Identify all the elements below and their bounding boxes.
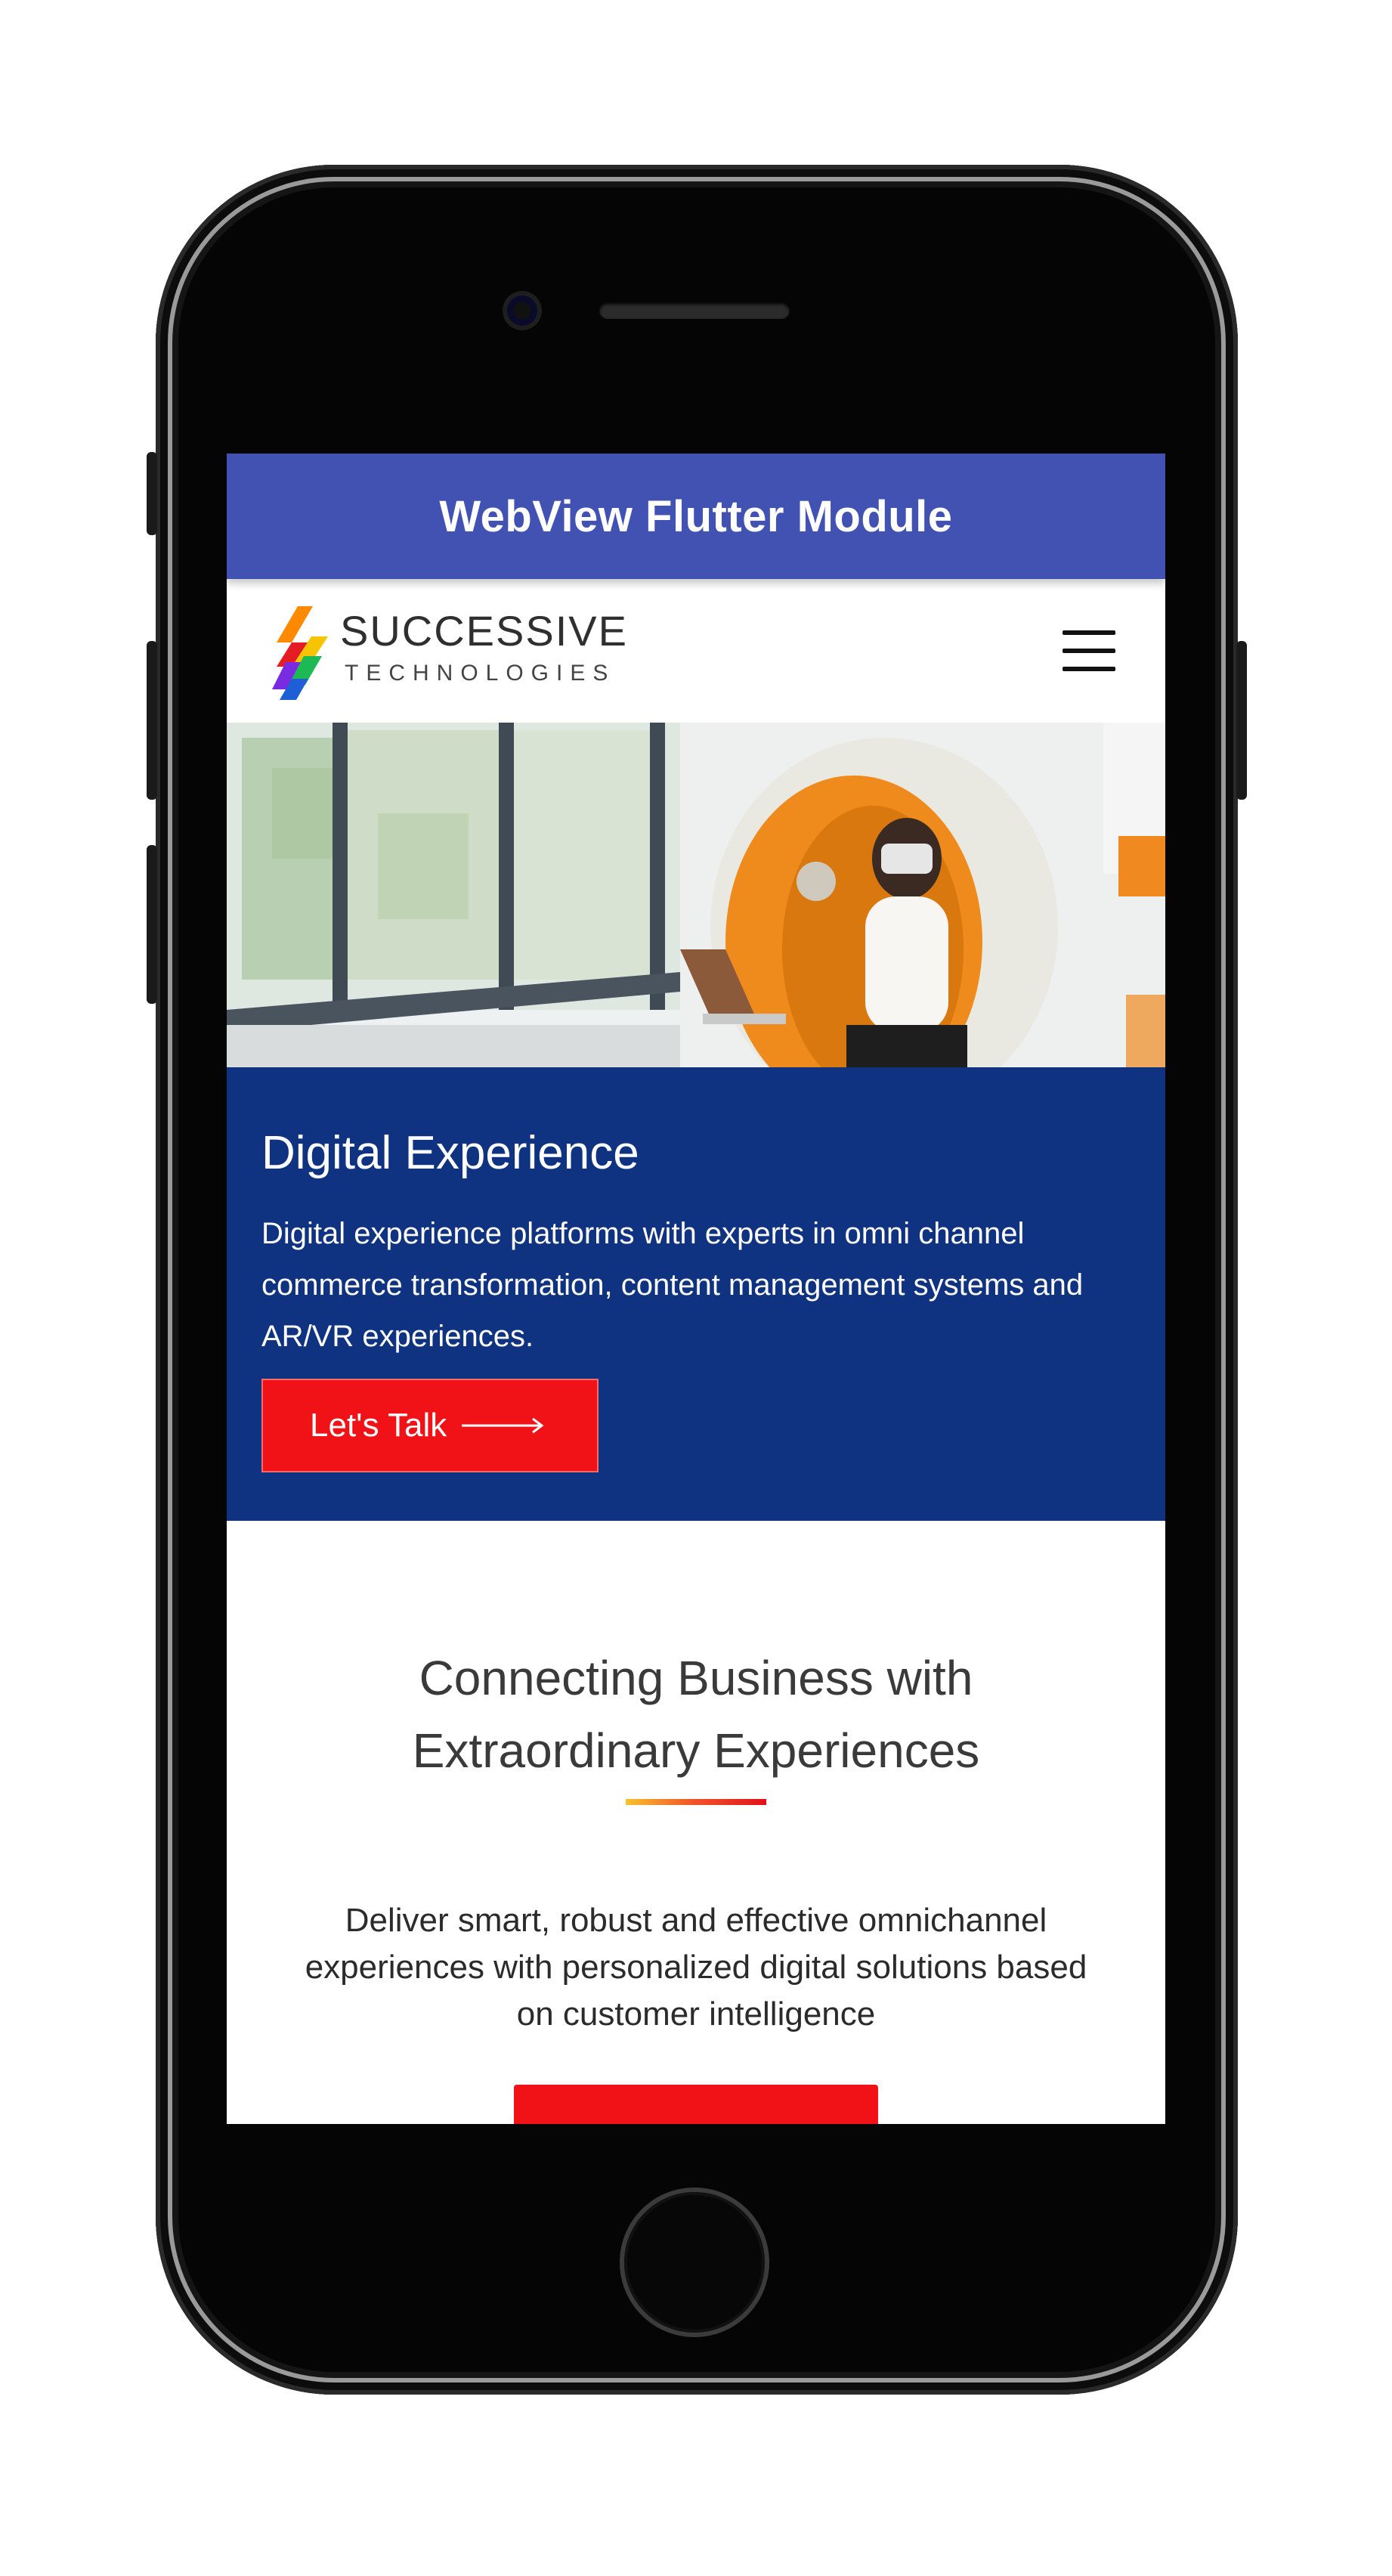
- section-cta-button[interactable]: [514, 2085, 878, 2124]
- lets-talk-button[interactable]: Let's Talk: [261, 1379, 599, 1472]
- app-bar: WebView Flutter Module: [227, 454, 1165, 579]
- mute-switch: [147, 452, 157, 535]
- menu-line: [1063, 630, 1115, 635]
- section-heading: Connecting Business with Extraordinary E…: [227, 1642, 1165, 1787]
- section-heading-line1: Connecting Business with: [419, 1651, 973, 1705]
- volume-down-button: [147, 845, 157, 1004]
- phone-screen: WebView Flutter Module SUCCESSIVE TECHNO…: [227, 454, 1165, 2124]
- power-button: [1236, 641, 1247, 800]
- menu-line: [1063, 667, 1115, 671]
- front-camera: [503, 291, 542, 330]
- hero-image: [227, 723, 1165, 1067]
- logo-text-primary: SUCCESSIVE: [340, 607, 628, 655]
- long-arrow-right-icon: [462, 1417, 544, 1434]
- hamburger-menu-icon[interactable]: [1063, 630, 1115, 673]
- section-heading-line2: Extraordinary Experiences: [412, 1723, 980, 1778]
- heading-underline: [626, 1799, 766, 1805]
- banner-title: Digital Experience: [261, 1127, 639, 1179]
- section-description: Deliver smart, robust and effective omni…: [305, 1902, 1087, 2033]
- banner-description: Digital experience platforms with expert…: [261, 1217, 1084, 1353]
- logo-text-secondary: TECHNOLOGIES: [345, 661, 616, 686]
- menu-line: [1063, 649, 1115, 653]
- home-button[interactable]: [624, 2192, 765, 2333]
- lets-talk-label: Let's Talk: [310, 1407, 447, 1444]
- digital-experience-banner: Digital Experience Digital experience pl…: [227, 1067, 1165, 1521]
- successive-logo-icon[interactable]: [269, 606, 337, 700]
- site-header: SUCCESSIVE TECHNOLOGIES: [227, 579, 1165, 723]
- volume-up-button: [147, 641, 157, 800]
- earpiece-speaker: [599, 302, 790, 319]
- vr-photo-illustration: [227, 723, 1165, 1067]
- app-bar-title: WebView Flutter Module: [439, 491, 953, 541]
